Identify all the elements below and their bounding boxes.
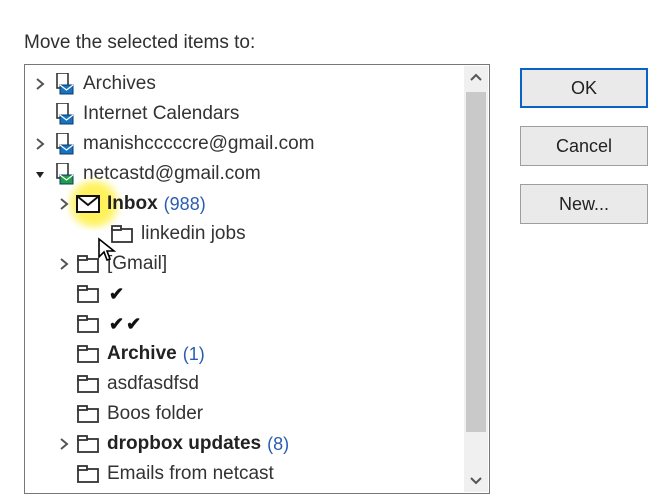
tree-item-label: linkedin jobs — [135, 223, 246, 245]
tree-item[interactable]: Emails from netcast — [29, 459, 489, 489]
move-items-dialog: Move the selected items to: Archives Inte… — [0, 0, 664, 500]
tree-item-label: Internet Calendars — [77, 103, 239, 125]
new-folder-button[interactable]: New... — [520, 184, 648, 224]
tree-item[interactable]: Archives — [29, 69, 489, 99]
chevron-right-icon[interactable] — [53, 198, 75, 210]
dialog-content: Archives Internet Calendars manishcccccre@… — [24, 64, 650, 494]
tree-item[interactable]: [Gmail] — [29, 249, 489, 279]
tree-item-label: Archives — [77, 73, 156, 95]
folder-tree-container: Archives Internet Calendars manishcccccre@… — [24, 64, 490, 494]
folder-tree[interactable]: Archives Internet Calendars manishcccccre@… — [25, 65, 489, 493]
unread-count: (8) — [261, 434, 289, 455]
folder-icon — [75, 465, 101, 483]
dialog-prompt: Move the selected items to: — [24, 32, 650, 54]
tree-item-label: Archive — [101, 343, 177, 365]
unread-count: (988) — [158, 194, 206, 215]
chevron-right-icon[interactable] — [29, 78, 51, 90]
scroll-down-icon[interactable] — [464, 468, 488, 492]
tree-item[interactable]: Boos folder — [29, 399, 489, 429]
folder-icon — [75, 375, 101, 393]
folder-icon — [75, 405, 101, 423]
tree-item[interactable]: Inbox(988) — [29, 189, 489, 219]
folder-icon — [75, 345, 101, 363]
datastore-open-icon — [51, 163, 77, 185]
check-icon: ✔ — [101, 284, 126, 305]
tree-item-label: Emails from netcast — [101, 463, 274, 485]
tree-item[interactable]: Internet Calendars — [29, 99, 489, 129]
scroll-thumb[interactable] — [466, 92, 486, 432]
cancel-button[interactable]: Cancel — [520, 126, 648, 166]
check-icon: ✔✔ — [101, 314, 143, 335]
datastore-icon — [51, 133, 77, 155]
tree-item-label: Inbox — [101, 193, 158, 215]
scroll-up-icon[interactable] — [464, 66, 488, 90]
folder-icon — [75, 255, 101, 273]
tree-item[interactable]: manishcccccre@gmail.com — [29, 129, 489, 159]
chevron-right-icon[interactable] — [53, 438, 75, 450]
unread-count: (1) — [177, 344, 205, 365]
scrollbar[interactable] — [464, 66, 488, 492]
chevron-right-icon[interactable] — [29, 138, 51, 150]
chevron-down-icon[interactable] — [29, 168, 51, 180]
tree-item-label: dropbox updates — [101, 433, 261, 455]
tree-item[interactable]: Archive(1) — [29, 339, 489, 369]
datastore-icon — [51, 73, 77, 95]
folder-icon — [75, 435, 101, 453]
tree-item[interactable]: ✔✔ — [29, 309, 489, 339]
folder-icon — [75, 285, 101, 303]
tree-item[interactable]: dropbox updates(8) — [29, 429, 489, 459]
datastore-icon — [51, 103, 77, 125]
dialog-buttons: OK Cancel New... — [520, 68, 648, 242]
tree-item[interactable]: asdfasdfsd — [29, 369, 489, 399]
tree-item-label: Boos folder — [101, 403, 203, 425]
tree-item-label: asdfasdfsd — [101, 373, 199, 395]
ok-button[interactable]: OK — [520, 68, 648, 108]
mail-icon — [75, 195, 101, 213]
chevron-right-icon[interactable] — [53, 258, 75, 270]
folder-icon — [75, 315, 101, 333]
tree-item-label: [Gmail] — [101, 253, 167, 275]
tree-item[interactable]: ✔ — [29, 279, 489, 309]
tree-item-label: manishcccccre@gmail.com — [77, 133, 315, 155]
folder-icon — [109, 225, 135, 243]
